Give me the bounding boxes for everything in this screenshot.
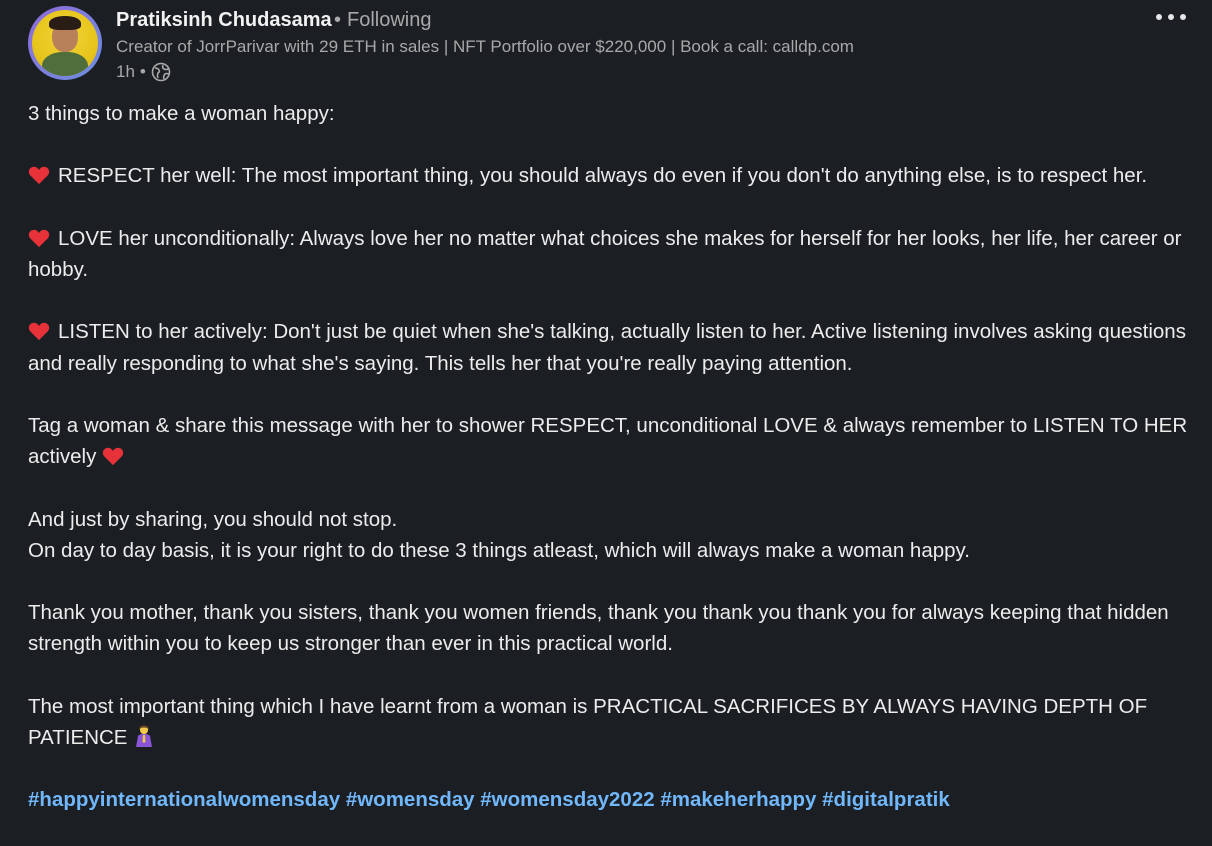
point-respect: RESPECT her well: The most important thi…	[28, 160, 1188, 191]
hashtag-link[interactable]: #womensday	[346, 788, 475, 811]
feed-post: Pratiksinh Chudasama • Following Creator …	[0, 0, 1212, 846]
red-heart-icon	[28, 323, 50, 341]
tag-call: Tag a woman & share this message with he…	[28, 410, 1188, 472]
hashtag-link[interactable]: #womensday2022	[480, 788, 654, 811]
post-time[interactable]: 1h	[116, 62, 135, 82]
hashtag-link[interactable]: #digitalpratik	[822, 788, 950, 811]
more-options-button[interactable]	[1154, 6, 1188, 28]
globe-icon	[151, 62, 171, 82]
post-body: 3 things to make a woman happy: RESPECT …	[28, 98, 1188, 816]
lesson-paragraph: The most important thing which I have le…	[28, 691, 1188, 753]
point-love: LOVE her unconditionally: Always love he…	[28, 223, 1188, 285]
follow-status-label: Following	[347, 9, 432, 31]
sharing-paragraph: And just by sharing, you should not stop…	[28, 504, 1188, 566]
more-horizontal-icon	[1156, 14, 1186, 20]
red-heart-icon	[103, 447, 124, 466]
point-listen-text: LISTEN to her actively: Don't just be qu…	[28, 320, 1186, 375]
praying-woman-icon	[136, 725, 153, 747]
tag-call-text: Tag a woman & share this message with he…	[28, 413, 1188, 469]
sharing-line-1: And just by sharing, you should not stop…	[28, 507, 398, 531]
hashtag-link[interactable]: #happyinternationalwomensday	[28, 788, 340, 811]
lesson-text: The most important thing which I have le…	[28, 694, 1148, 749]
author-name[interactable]: Pratiksinh Chudasama	[116, 9, 332, 32]
hashtag-link[interactable]: #makeherhappy	[660, 788, 816, 811]
hashtag-list: #happyinternationalwomensday #womensday …	[28, 784, 1188, 815]
author-avatar[interactable]	[28, 6, 102, 80]
author-headline: Creator of JorrParivar with 29 ETH in sa…	[116, 37, 854, 56]
avatar-image	[32, 10, 98, 76]
point-love-text: LOVE her unconditionally: Always love he…	[28, 226, 1182, 281]
red-heart-icon	[28, 229, 50, 247]
post-meta: 1h •	[116, 62, 171, 82]
thanks-paragraph: Thank you mother, thank you sisters, tha…	[28, 601, 1169, 656]
red-heart-icon	[28, 167, 50, 185]
post-header: Pratiksinh Chudasama • Following Creator …	[28, 6, 1192, 82]
point-respect-text: RESPECT her well: The most important thi…	[58, 164, 1148, 188]
point-listen: LISTEN to her actively: Don't just be qu…	[28, 316, 1188, 378]
sharing-line-2: On day to day basis, it is your right to…	[28, 538, 970, 562]
meta-separator: •	[139, 62, 146, 81]
post-intro: 3 things to make a woman happy:	[28, 102, 335, 125]
follow-status: • Following	[334, 9, 432, 31]
